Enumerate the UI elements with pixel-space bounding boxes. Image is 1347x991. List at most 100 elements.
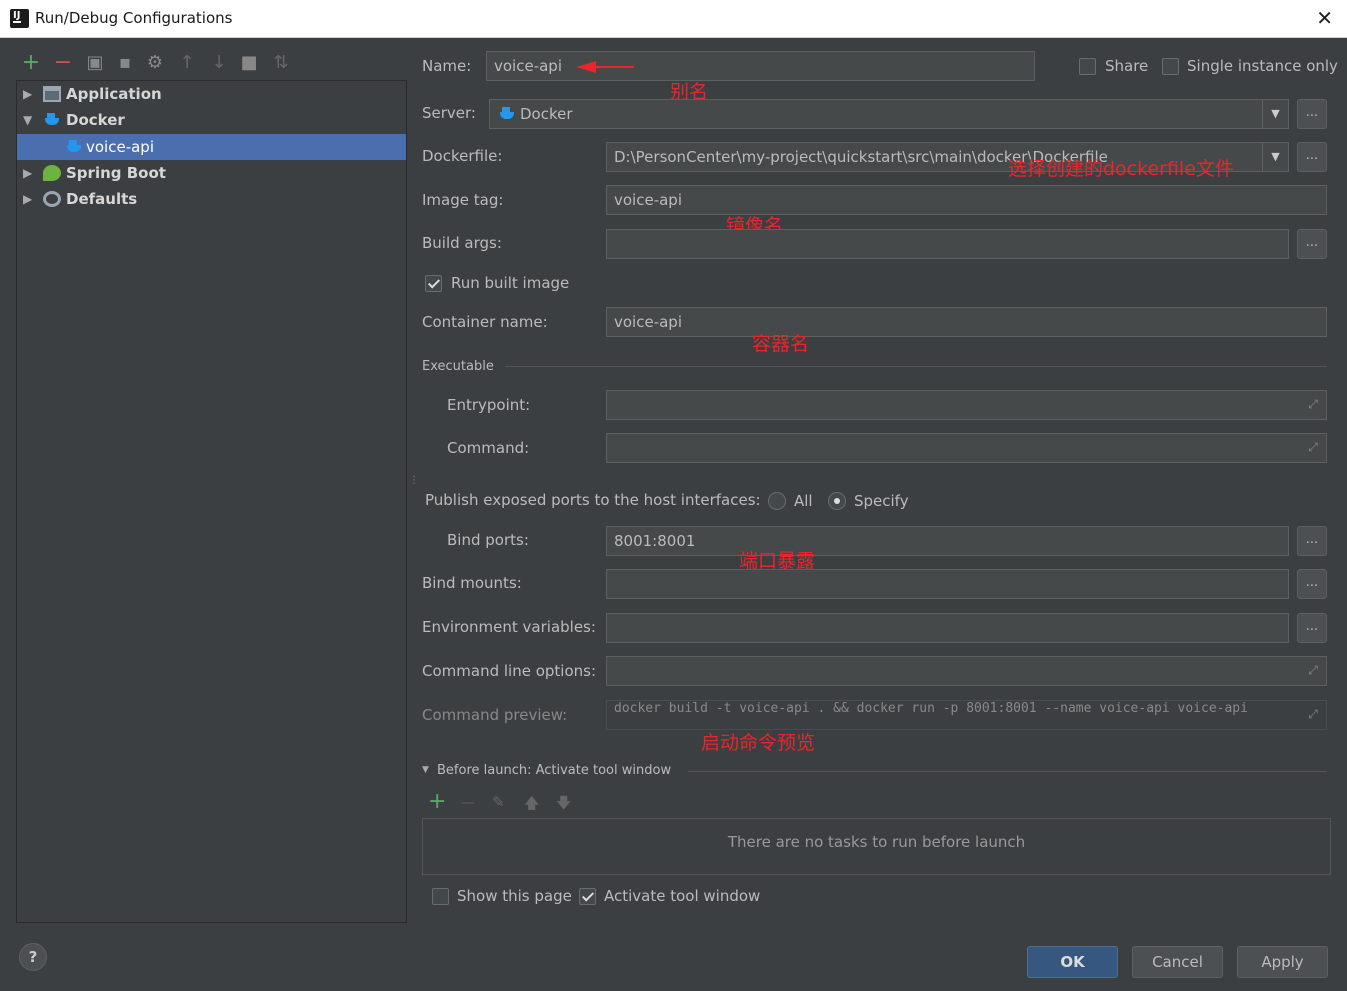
container-name-input[interactable]: voice-api	[606, 307, 1327, 337]
entrypoint-input[interactable]: ⤢	[606, 390, 1327, 420]
bind-mounts-button[interactable]: ...	[1297, 569, 1327, 599]
build-args-input[interactable]	[606, 229, 1289, 259]
expand-icon[interactable]: ⤢	[1306, 707, 1320, 721]
bind-ports-label: Bind ports:	[447, 531, 529, 549]
window-title: Run/Debug Configurations	[35, 9, 233, 27]
name-label: Name:	[422, 57, 472, 75]
before-launch-tasks-list[interactable]: There are no tasks to run before launch	[422, 818, 1331, 875]
close-icon[interactable]: ✕	[1316, 6, 1333, 30]
ports-specify-label[interactable]: Specify	[854, 492, 909, 510]
env-vars-button[interactable]: ...	[1297, 613, 1327, 643]
configuration-tree: ▶ Application ▼ Docker voice-api ▶ Sprin…	[16, 80, 407, 923]
edit-task-icon[interactable]: ✎	[492, 793, 505, 811]
move-down-icon[interactable]: ↓	[208, 50, 230, 76]
tree-item-label: Spring Boot	[66, 164, 166, 182]
bind-ports-button[interactable]: ...	[1297, 526, 1327, 556]
move-up-icon[interactable]: ↑	[176, 50, 198, 76]
run-built-image-label[interactable]: Run built image	[451, 274, 569, 292]
expand-icon[interactable]: ⤢	[1306, 440, 1320, 454]
annotation-container: 容器名	[752, 333, 810, 355]
ports-specify-radio[interactable]	[828, 492, 846, 510]
single-instance-label[interactable]: Single instance only	[1187, 57, 1338, 75]
save-config-icon[interactable]: ▪	[114, 50, 136, 76]
show-this-page-checkbox[interactable]	[432, 888, 449, 905]
bind-mounts-input[interactable]	[606, 569, 1289, 599]
name-input[interactable]: voice-api	[486, 51, 1035, 81]
docker-icon	[498, 106, 516, 122]
tree-item-spring-boot[interactable]: ▶ Spring Boot	[17, 160, 406, 186]
command-input[interactable]: ⤢	[606, 433, 1327, 463]
tree-item-label: Defaults	[66, 190, 138, 208]
ports-all-label[interactable]: All	[794, 492, 813, 510]
expand-arrow-icon[interactable]: ▶	[23, 186, 35, 212]
before-launch-title[interactable]: Before launch: Activate tool window	[437, 763, 671, 778]
dockerfile-label: Dockerfile:	[422, 147, 503, 165]
expand-arrow-icon[interactable]: ▶	[23, 81, 35, 107]
server-select[interactable]: Docker ▼	[489, 99, 1289, 129]
expand-arrow-icon[interactable]: ▶	[23, 160, 35, 186]
sort-icon[interactable]: ⇅	[270, 50, 292, 76]
add-config-icon[interactable]: +	[20, 50, 42, 76]
cmd-options-input[interactable]: ⤢	[606, 656, 1327, 686]
bind-mounts-label: Bind mounts:	[422, 574, 522, 592]
collapse-arrow-icon[interactable]: ▼	[23, 107, 35, 133]
expand-icon[interactable]: ⤢	[1306, 397, 1320, 411]
add-task-icon[interactable]: +	[428, 789, 446, 814]
move-task-down-icon[interactable]: 🡇	[556, 793, 571, 818]
cmd-preview-label: Command preview:	[422, 706, 568, 724]
tree-item-label: Application	[66, 85, 162, 103]
intellij-icon: IJ	[10, 9, 29, 28]
spring-boot-icon	[43, 165, 61, 181]
tree-item-voice-api[interactable]: voice-api	[17, 134, 406, 160]
container-name-label: Container name:	[422, 313, 548, 331]
apply-button[interactable]: Apply	[1237, 946, 1328, 978]
ok-button[interactable]: OK	[1027, 946, 1118, 978]
show-this-page-label[interactable]: Show this page	[457, 887, 572, 905]
activate-tool-window-label[interactable]: Activate tool window	[604, 887, 760, 905]
annotation-dockerfile: 选择创建的dockerfile文件	[1008, 158, 1234, 180]
remove-config-icon[interactable]: −	[52, 50, 74, 76]
entrypoint-label: Entrypoint:	[447, 396, 531, 414]
share-label[interactable]: Share	[1105, 57, 1148, 75]
single-instance-checkbox[interactable]	[1162, 58, 1179, 75]
defaults-icon	[43, 191, 61, 207]
share-checkbox[interactable]	[1079, 58, 1096, 75]
chevron-down-icon[interactable]: ▼	[1262, 143, 1288, 171]
empty-tasks-text: There are no tasks to run before launch	[727, 833, 1026, 851]
cmd-options-label: Command line options:	[422, 662, 597, 680]
server-label: Server:	[422, 104, 476, 122]
tree-item-docker[interactable]: ▼ Docker	[17, 107, 406, 133]
remove-task-icon[interactable]: —	[460, 793, 475, 811]
run-built-image-checkbox[interactable]	[425, 275, 442, 292]
folder-icon[interactable]: ■	[238, 50, 260, 76]
tree-item-defaults[interactable]: ▶ Defaults	[17, 186, 406, 212]
env-vars-label: Environment variables:	[422, 618, 596, 636]
section-divider	[688, 771, 1327, 772]
activate-tool-window-checkbox[interactable]	[579, 888, 596, 905]
command-label: Command:	[447, 439, 530, 457]
publish-ports-label: Publish exposed ports to the host interf…	[425, 491, 761, 509]
env-vars-input[interactable]	[606, 613, 1289, 643]
move-task-up-icon[interactable]: 🡅	[524, 793, 539, 818]
docker-icon	[65, 139, 83, 155]
splitter-handle[interactable]: ⋮	[409, 475, 419, 486]
expand-icon[interactable]: ⤢	[1306, 663, 1320, 677]
annotation-arrow	[576, 61, 636, 73]
server-browse-button[interactable]: ...	[1297, 99, 1327, 129]
chevron-down-icon[interactable]: ▼	[1262, 100, 1288, 128]
bind-ports-input[interactable]: 8001:8001	[606, 526, 1289, 556]
build-args-button[interactable]: ...	[1297, 229, 1327, 259]
help-button[interactable]: ?	[19, 943, 47, 971]
dockerfile-browse-button[interactable]: ...	[1297, 142, 1327, 172]
copy-config-icon[interactable]: ▣	[84, 50, 106, 76]
server-select-value: Docker	[520, 105, 573, 123]
tree-item-label: voice-api	[86, 138, 154, 156]
image-tag-input[interactable]: voice-api	[606, 185, 1327, 215]
cmd-preview-value: docker build -t voice-api . && docker ru…	[614, 701, 1248, 716]
tree-item-application[interactable]: ▶ Application	[17, 81, 406, 107]
section-divider	[505, 366, 1327, 367]
wrench-icon[interactable]: ⚙	[144, 50, 166, 76]
cancel-button[interactable]: Cancel	[1132, 946, 1223, 978]
before-launch-toggle-icon[interactable]: ▼	[422, 765, 429, 775]
ports-all-radio[interactable]	[768, 492, 786, 510]
